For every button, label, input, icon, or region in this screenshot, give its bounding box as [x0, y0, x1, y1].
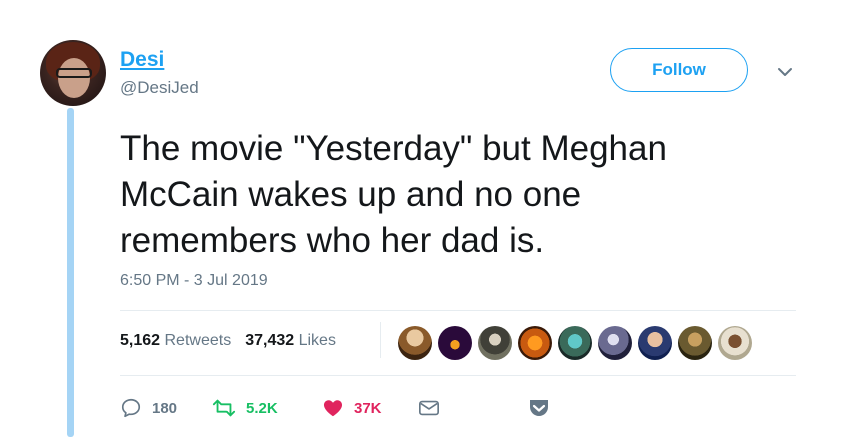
avatar-face [58, 58, 90, 98]
retweets-stat[interactable]: 5,162 Retweets [120, 332, 231, 350]
likes-label: Likes [298, 332, 336, 349]
reply-icon [121, 398, 141, 418]
liker-avatar[interactable] [718, 326, 752, 360]
likes-stat[interactable]: 37,432 Likes [245, 332, 336, 350]
liker-avatar[interactable] [398, 326, 432, 360]
retweet-icon [212, 399, 236, 417]
tweet-text: The movie "Yesterday" but Meghan McCain … [120, 129, 667, 260]
divider [120, 310, 796, 311]
likes-count: 37,432 [245, 332, 295, 349]
heart-icon [323, 400, 343, 417]
follow-button[interactable]: Follow [610, 48, 748, 92]
liker-avatar[interactable] [638, 326, 672, 360]
like-button[interactable]: 37K [322, 397, 418, 419]
reply-count: 180 [152, 399, 178, 417]
liker-avatar[interactable] [598, 326, 632, 360]
divider [120, 375, 796, 376]
pocket-icon [530, 400, 548, 416]
stats-separator [380, 322, 381, 358]
avatar[interactable] [40, 40, 106, 106]
avatar-glasses [56, 68, 92, 78]
tweet-actions: 180 5.2K 37K [120, 396, 550, 420]
liker-avatar[interactable] [478, 326, 512, 360]
reply-button[interactable]: 180 [120, 397, 212, 419]
pocket-button[interactable] [528, 398, 550, 418]
liker-avatar[interactable] [518, 326, 552, 360]
liker-avatar[interactable] [678, 326, 712, 360]
direct-message-button[interactable] [418, 398, 528, 418]
envelope-icon [419, 400, 439, 416]
tweet-stats: 5,162 Retweets 37,432 Likes [120, 332, 336, 350]
liker-avatars [398, 326, 752, 360]
tweet-timestamp[interactable]: 6:50 PM - 3 Jul 2019 [120, 272, 268, 290]
author-display-name[interactable]: Desi [120, 48, 164, 72]
chevron-down-icon[interactable] [775, 62, 795, 82]
retweets-count: 5,162 [120, 332, 161, 349]
retweet-button[interactable]: 5.2K [212, 397, 322, 419]
retweets-label: Retweets [164, 332, 232, 349]
liker-avatar[interactable] [438, 326, 472, 360]
liker-avatar[interactable] [558, 326, 592, 360]
retweet-count: 5.2K [246, 399, 278, 417]
like-count: 37K [354, 399, 382, 417]
thread-line [67, 108, 74, 437]
author-handle[interactable]: @DesiJed [120, 78, 199, 98]
